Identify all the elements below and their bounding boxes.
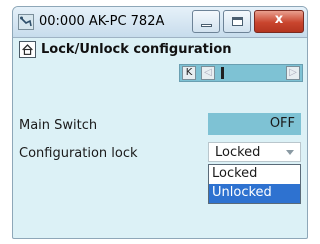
app-icon — [18, 14, 34, 30]
app-window: 00:000 AK-PC 782A x Lock/Unlock configur… — [12, 6, 308, 239]
option-locked[interactable]: Locked — [209, 165, 300, 184]
window-title: 00:000 AK-PC 782A — [39, 14, 165, 29]
configuration-lock-value: Locked — [215, 145, 261, 160]
configuration-lock-select[interactable]: Locked — [208, 142, 301, 162]
page-header: Lock/Unlock configuration — [19, 40, 303, 62]
page-title: Lock/Unlock configuration — [41, 42, 232, 57]
page-navigation: K ◁ ▷ — [179, 64, 303, 82]
current-page-indicator — [221, 67, 224, 79]
next-page-button[interactable]: ▷ — [286, 66, 300, 80]
content-area: Lock/Unlock configuration K ◁ ▷ Main Swi… — [13, 38, 307, 238]
prev-page-button[interactable]: ◁ — [201, 66, 215, 80]
home-icon[interactable] — [19, 41, 36, 58]
maximize-button[interactable] — [223, 10, 251, 33]
configuration-lock-dropdown: Locked Unlocked — [208, 164, 301, 204]
close-icon: x — [274, 12, 284, 27]
title-bar[interactable]: 00:000 AK-PC 782A x — [13, 7, 307, 38]
main-switch-label: Main Switch — [19, 118, 98, 133]
chevron-down-icon[interactable] — [286, 150, 294, 155]
close-button[interactable]: x — [254, 10, 304, 33]
first-page-button[interactable]: K — [182, 66, 196, 80]
maximize-icon — [232, 17, 243, 26]
option-unlocked[interactable]: Unlocked — [209, 184, 300, 203]
minimize-button[interactable] — [192, 10, 220, 33]
configuration-lock-label: Configuration lock — [19, 146, 138, 161]
main-switch-value[interactable]: OFF — [208, 113, 301, 135]
minimize-icon — [201, 24, 212, 27]
